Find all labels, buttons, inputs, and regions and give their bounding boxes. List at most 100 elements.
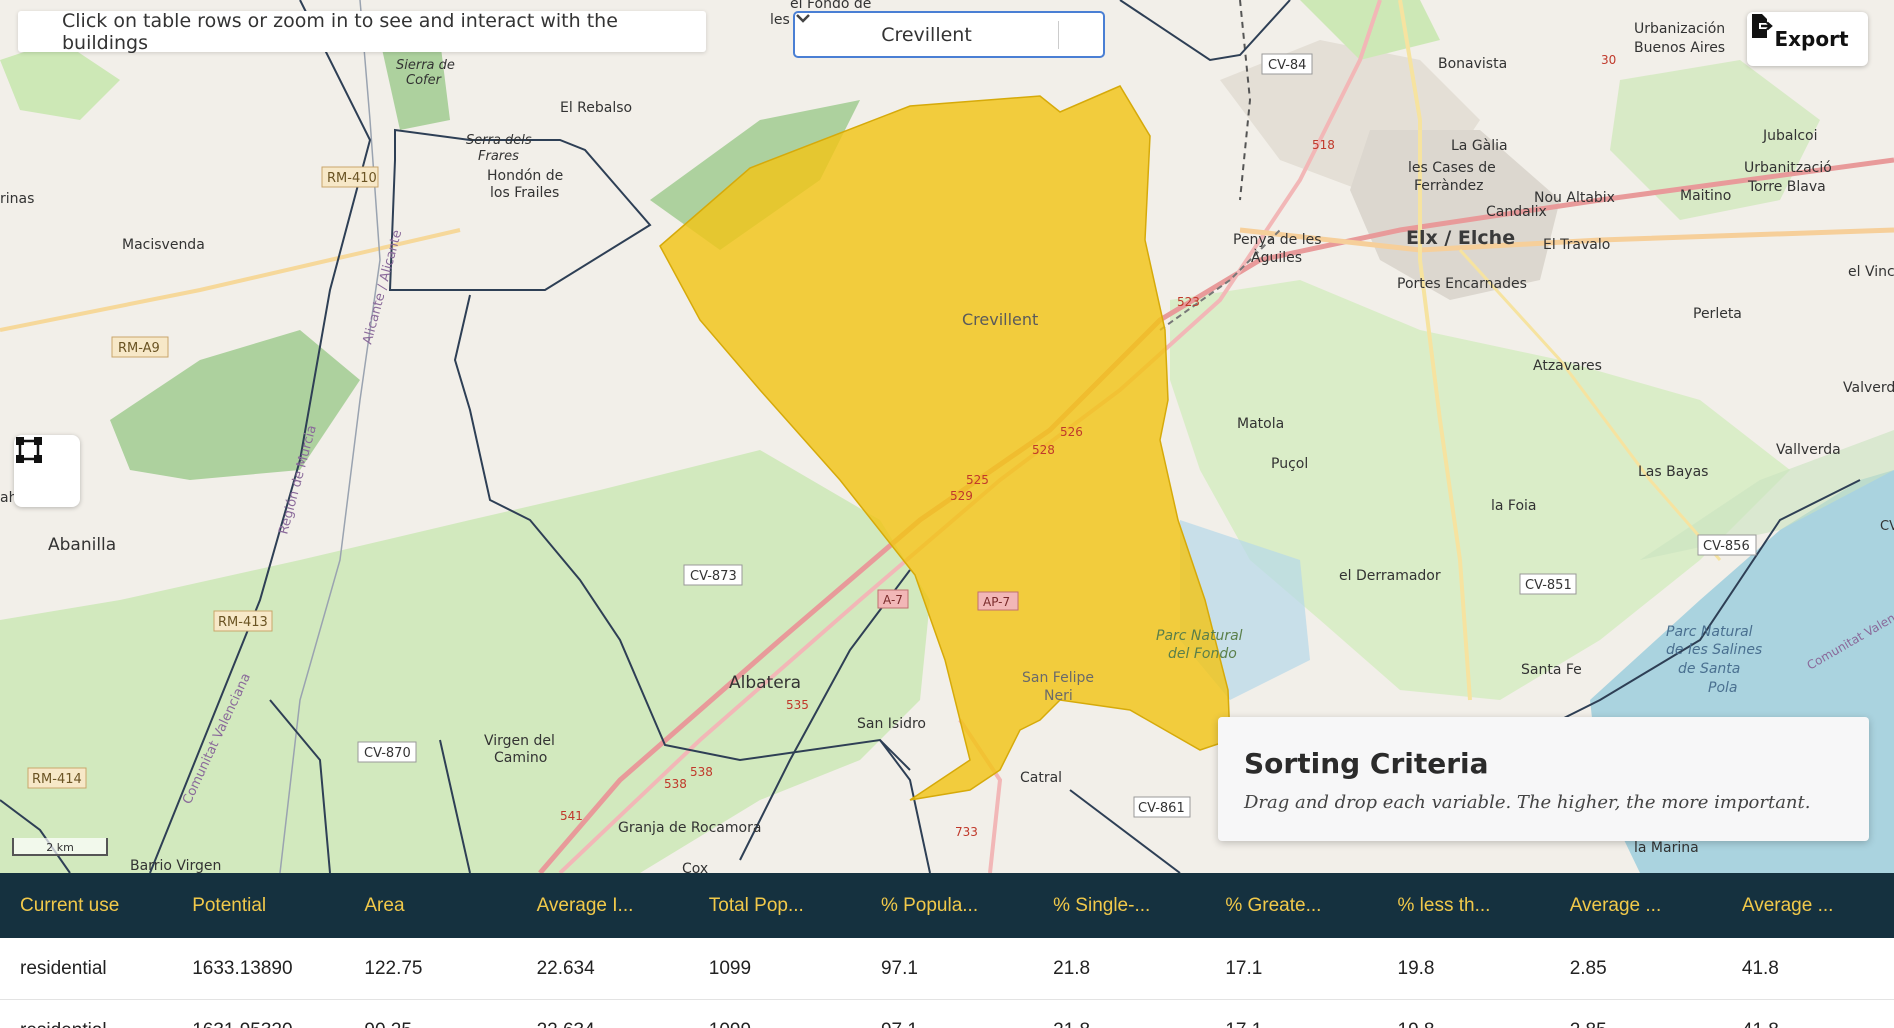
svg-text:30: 30 xyxy=(1601,53,1616,67)
svg-text:Macisvenda: Macisvenda xyxy=(122,237,205,253)
column-header[interactable]: % Popula... xyxy=(861,895,1033,917)
svg-text:Valverde: Valverde xyxy=(1843,380,1894,396)
svg-text:541: 541 xyxy=(560,809,583,823)
svg-text:523: 523 xyxy=(1177,295,1200,309)
export-button[interactable]: Export xyxy=(1747,12,1868,66)
svg-text:Las Bayas: Las Bayas xyxy=(1638,464,1708,480)
svg-text:les: les xyxy=(770,12,790,28)
table-cell: 2.85 xyxy=(1550,1020,1722,1028)
map-hint-text: Click on table rows or zoom in to see an… xyxy=(62,9,618,54)
table-cell: 17.1 xyxy=(1225,957,1263,979)
svg-text:525: 525 xyxy=(966,473,989,487)
svg-text:CV: CV xyxy=(1880,519,1894,534)
svg-text:Cox: Cox xyxy=(682,861,708,873)
column-header[interactable]: Potential xyxy=(172,895,344,917)
svg-text:Sierra de: Sierra de xyxy=(396,58,455,73)
svg-text:Cofer: Cofer xyxy=(406,73,443,88)
table-cell: 97.1 xyxy=(880,957,918,979)
table-cell: 19.8 xyxy=(1378,1020,1550,1028)
select-separator xyxy=(1058,20,1059,49)
svg-text:la Marina: la Marina xyxy=(1634,840,1699,856)
svg-text:El Rebalso: El Rebalso xyxy=(560,100,632,116)
svg-text:de Santa: de Santa xyxy=(1678,661,1740,677)
table-cell: 90.25 xyxy=(344,1020,516,1028)
map-view[interactable]: el Fondo de les Sierra de Cofer El Rebal… xyxy=(0,0,1894,873)
svg-text:Matola: Matola xyxy=(1237,416,1284,432)
svg-text:A-7: A-7 xyxy=(883,593,903,607)
svg-text:Àguiles: Àguiles xyxy=(1251,249,1302,266)
svg-text:528: 528 xyxy=(1032,443,1055,457)
svg-text:CV-861: CV-861 xyxy=(1138,801,1185,816)
municipality-select[interactable]: Crevillent xyxy=(793,11,1105,58)
draw-polygon-button[interactable] xyxy=(14,435,80,507)
table-row[interactable]: residential 1631.95320 90.25 22.634 1099… xyxy=(0,1000,1894,1028)
svg-text:529: 529 xyxy=(950,489,973,503)
table-cell: 21.8 xyxy=(1033,1020,1205,1028)
column-header[interactable]: Area xyxy=(344,895,516,917)
svg-text:CV-84: CV-84 xyxy=(1268,58,1306,73)
svg-text:RM-A9: RM-A9 xyxy=(118,341,160,356)
sorting-criteria-subtitle: Drag and drop each variable. The higher,… xyxy=(1244,792,1811,813)
svg-text:rinas: rinas xyxy=(0,191,34,207)
svg-text:Pola: Pola xyxy=(1708,680,1737,696)
table-cell: 41.8 xyxy=(1741,957,1779,979)
table-cell: 22.634 xyxy=(536,957,595,979)
svg-text:Portes Encarnades: Portes Encarnades xyxy=(1397,276,1527,292)
table-cell: 97.1 xyxy=(861,1020,1033,1028)
svg-text:538: 538 xyxy=(690,765,713,779)
column-header[interactable]: Total Pop... xyxy=(689,895,861,917)
svg-text:RM-413: RM-413 xyxy=(218,615,268,630)
sorting-criteria-panel[interactable]: Sorting Criteria Drag and drop each vari… xyxy=(1218,717,1869,841)
svg-text:La Gàlia: La Gàlia xyxy=(1451,138,1508,154)
table-cell: 19.8 xyxy=(1397,957,1435,979)
svg-text:de les Salines: de les Salines xyxy=(1666,642,1762,658)
svg-text:les Cases de: les Cases de xyxy=(1408,160,1496,176)
svg-text:RM-410: RM-410 xyxy=(327,171,377,186)
svg-text:Albatera: Albatera xyxy=(729,673,801,693)
svg-text:RM-414: RM-414 xyxy=(32,772,82,787)
svg-text:el Derramador: el Derramador xyxy=(1339,568,1441,584)
svg-text:535: 535 xyxy=(786,698,809,712)
column-header[interactable]: Current use xyxy=(0,895,172,917)
table-row[interactable]: residential 1633.13890 122.75 22.634 109… xyxy=(0,938,1894,1000)
column-header[interactable]: Average ... xyxy=(1722,895,1894,917)
svg-text:Frares: Frares xyxy=(478,149,519,164)
map-hint-box: Click on table rows or zoom in to see an… xyxy=(18,9,706,54)
table-cell: residential xyxy=(20,957,107,979)
column-header[interactable]: Average I... xyxy=(517,895,689,917)
svg-text:Puçol: Puçol xyxy=(1271,456,1308,472)
column-header[interactable]: Average ... xyxy=(1550,895,1722,917)
svg-text:los Frailes: los Frailes xyxy=(490,185,559,201)
table-cell: 21.8 xyxy=(1053,957,1091,979)
svg-text:Ferràndez: Ferràndez xyxy=(1414,178,1483,194)
svg-text:Buenos Aires: Buenos Aires xyxy=(1634,40,1725,56)
column-header[interactable]: % less th... xyxy=(1378,895,1550,917)
table-cell: 17.1 xyxy=(1205,1020,1377,1028)
svg-text:Parc Natural: Parc Natural xyxy=(1666,624,1753,640)
svg-text:518: 518 xyxy=(1312,138,1335,152)
svg-text:Jubalcoi: Jubalcoi xyxy=(1762,128,1818,144)
table-cell: 1633.13890 xyxy=(192,957,293,979)
buildings-table: Current use Potential Area Average I... … xyxy=(0,873,1894,1028)
svg-text:733: 733 xyxy=(955,825,978,839)
municipality-select-value: Crevillent xyxy=(881,23,972,46)
table-cell: 122.75 xyxy=(364,957,423,979)
svg-text:Catral: Catral xyxy=(1020,770,1062,786)
table-cell: 41.8 xyxy=(1722,1020,1894,1028)
svg-text:Atzavares: Atzavares xyxy=(1533,358,1602,374)
svg-text:526: 526 xyxy=(1060,425,1083,439)
svg-text:el Vinc: el Vinc xyxy=(1848,264,1894,280)
svg-text:Candalix: Candalix xyxy=(1486,204,1547,220)
column-header[interactable]: % Greate... xyxy=(1205,895,1377,917)
svg-text:Urbanització: Urbanització xyxy=(1744,160,1832,176)
svg-text:CV-851: CV-851 xyxy=(1525,578,1572,593)
svg-text:El Travalo: El Travalo xyxy=(1543,237,1610,253)
table-cell: residential xyxy=(0,1020,172,1028)
svg-text:Vallverda: Vallverda xyxy=(1776,442,1841,458)
map-scale-bar: 2 km xyxy=(12,838,108,856)
svg-text:Urbanización: Urbanización xyxy=(1634,21,1725,37)
sorting-criteria-title: Sorting Criteria xyxy=(1244,747,1489,780)
svg-text:Neri: Neri xyxy=(1044,688,1073,704)
column-header[interactable]: % Single-... xyxy=(1033,895,1205,917)
svg-text:Parc Natural: Parc Natural xyxy=(1156,628,1243,644)
